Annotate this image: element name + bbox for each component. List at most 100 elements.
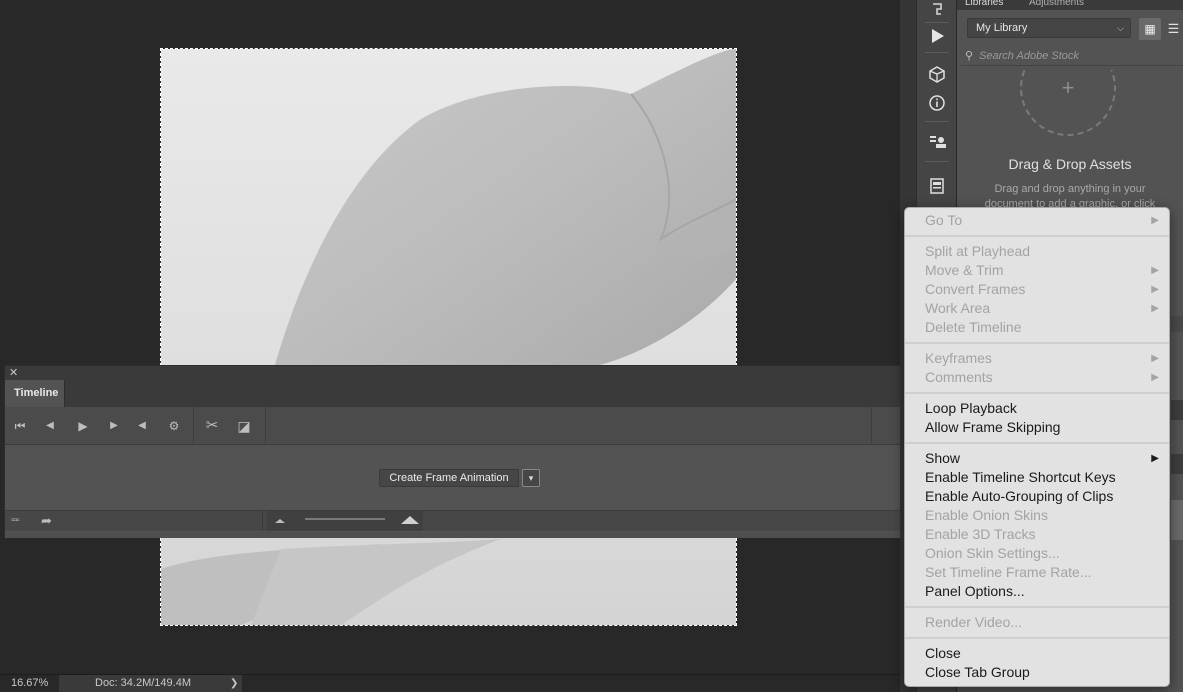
menu-item-panel-options[interactable]: Panel Options... (905, 582, 1169, 601)
timeline-bottom-bar: ▫▫▫ ➦ (5, 510, 903, 531)
menu-item-enable-onion-skins: Enable Onion Skins (905, 506, 1169, 525)
menu-item-label: Enable Onion Skins (925, 507, 1048, 523)
menu-item-enable-auto-grouping-of-clips[interactable]: Enable Auto-Grouping of Clips (905, 487, 1169, 506)
menu-item-convert-frames: Convert Frames ▶ (905, 280, 1169, 299)
menu-item-label: Convert Frames (925, 281, 1026, 297)
status-menu-arrow-icon[interactable]: ❯ (230, 675, 238, 692)
menu-item-keyframes: Keyframes ▶ (905, 349, 1169, 368)
info-icon[interactable] (927, 93, 947, 113)
menu-item-label: Show (925, 450, 961, 466)
library-select[interactable]: My Library ⌵ (967, 18, 1131, 38)
3d-icon[interactable] (927, 64, 947, 84)
panel-resize-edge[interactable] (5, 532, 903, 538)
canvas-area[interactable] (0, 0, 900, 674)
toolbar-divider (925, 52, 949, 53)
menu-item-label: Delete Timeline (925, 319, 1022, 335)
menu-item-label: Close (925, 645, 961, 661)
layer-comps-icon[interactable] (927, 132, 947, 152)
play-icon[interactable]: ▶ (74, 417, 92, 435)
add-icon[interactable]: + (1056, 76, 1080, 100)
next-frame-icon[interactable]: ▶ (105, 417, 123, 435)
list-view-icon[interactable]: ☰ (1164, 18, 1183, 40)
toolbar-divider (925, 121, 949, 122)
toolbar-divider (871, 407, 872, 445)
menu-item-label: Split at Playhead (925, 243, 1031, 259)
panel-control-stub[interactable] (1171, 454, 1183, 474)
menu-item-enable-timeline-shortcut-keys[interactable]: Enable Timeline Shortcut Keys (905, 468, 1169, 487)
toolbar-divider (193, 407, 194, 445)
audio-icon[interactable]: ◀ (133, 417, 151, 435)
zoom-slider-graphic (275, 516, 419, 524)
menu-item-show[interactable]: Show ▶ (905, 449, 1169, 468)
properties-icon[interactable] (927, 176, 947, 196)
stock-search-input[interactable]: ⚲ Search Adobe Stock (961, 46, 1183, 66)
menu-item-label: Go To (925, 212, 963, 228)
menu-item-allow-frame-skipping[interactable]: Allow Frame Skipping (905, 418, 1169, 437)
zoom-level[interactable]: 16.67% (0, 675, 58, 692)
timeline-body: Create Frame Animation ▾ (5, 446, 903, 510)
timeline-zoom-slider[interactable] (267, 511, 423, 531)
menu-item-onion-skin-settings: Onion Skin Settings... (905, 544, 1169, 563)
scissors-icon[interactable]: ✂ (203, 417, 221, 435)
menu-item-close-tab-group[interactable]: Close Tab Group (905, 663, 1169, 682)
menu-item-enable-3d-tracks: Enable 3D Tracks (905, 525, 1169, 544)
chevron-down-icon[interactable]: ▾ (522, 469, 540, 487)
doc-info[interactable]: Doc: 34.2M/149.4M (59, 675, 242, 692)
timeline-context-menu: Go To ▶ Split at Playhead Move & Trim ▶ Conve… (904, 207, 1170, 687)
drop-desc-line-1: Drag and drop anything in your (994, 183, 1146, 195)
status-bar: 16.67% Doc: 34.2M/149.4M ❯ (0, 674, 900, 692)
menu-item-label: Close Tab Group (925, 664, 1030, 680)
submenu-arrow-icon: ▶ (1151, 215, 1159, 226)
toolbar-divider (925, 161, 949, 162)
menu-item-label: Render Video... (925, 614, 1023, 630)
submenu-arrow-icon: ▶ (1151, 303, 1159, 314)
play-actions-icon[interactable] (927, 26, 947, 46)
timeline-tab-bar: Timeline (5, 380, 903, 407)
menu-separator (905, 606, 1169, 608)
submenu-arrow-icon: ▶ (1151, 284, 1159, 295)
panel-control-stub[interactable] (1171, 400, 1183, 420)
menu-item-label: Comments (925, 369, 993, 385)
grid-view-icon[interactable]: ▦ (1139, 18, 1161, 40)
menu-item-label: Allow Frame Skipping (925, 419, 1061, 435)
chevron-down-icon: ⌵ (1117, 23, 1124, 33)
transition-icon[interactable]: ◪ (235, 417, 253, 435)
close-icon[interactable]: ✕ (9, 366, 18, 380)
tab-libraries[interactable]: Libraries (965, 0, 1003, 10)
create-frame-animation-button[interactable]: Create Frame Animation (379, 469, 519, 487)
first-frame-icon[interactable]: ⏮ (11, 417, 29, 435)
tab-timeline[interactable]: Timeline (5, 380, 65, 407)
submenu-arrow-icon: ▶ (1151, 453, 1159, 464)
libraries-tab-bar: Libraries Adjustments (957, 0, 1183, 10)
menu-item-close[interactable]: Close (905, 644, 1169, 663)
menu-item-label: Move & Trim (925, 262, 1004, 278)
menu-separator (905, 392, 1169, 394)
menu-item-label: Enable Timeline Shortcut Keys (925, 469, 1116, 485)
toolbar-divider (925, 22, 949, 23)
menu-item-delete-timeline: Delete Timeline (905, 318, 1169, 337)
timeline-toolbar: ⏮ ◀ ▶ ▶ ◀ ⚙ ✂ ◪ (5, 407, 903, 445)
tab-adjustments[interactable]: Adjustments (1029, 0, 1084, 10)
hand-photo (161, 49, 736, 625)
toolbar-divider (265, 407, 266, 445)
menu-item-label: Loop Playback (925, 400, 1017, 416)
share-icon[interactable]: ➦ (41, 513, 52, 529)
menu-item-label: Enable 3D Tracks (925, 526, 1036, 542)
menu-item-go-to: Go To ▶ (905, 211, 1169, 230)
timeline-bottom-left: ▫▫▫ ➦ (5, 511, 263, 531)
previous-frame-icon[interactable]: ◀ (41, 417, 59, 435)
history-icon[interactable] (927, 0, 947, 20)
menu-item-comments: Comments ▶ (905, 368, 1169, 387)
stock-search-placeholder: Search Adobe Stock (979, 50, 1079, 62)
search-icon: ⚲ (965, 50, 974, 62)
panel-header-strip: ✕ (5, 366, 903, 380)
menu-separator (905, 235, 1169, 237)
frames-icon[interactable]: ▫▫▫ (11, 513, 20, 529)
zoom-in-icon (401, 516, 419, 524)
trash-icon[interactable] (1171, 316, 1183, 332)
menu-separator (905, 342, 1169, 344)
gear-icon[interactable]: ⚙ (165, 417, 183, 435)
menu-item-loop-playback[interactable]: Loop Playback (905, 399, 1169, 418)
menu-item-label: Enable Auto-Grouping of Clips (925, 488, 1114, 504)
panel-control-stub[interactable] (1171, 500, 1183, 540)
